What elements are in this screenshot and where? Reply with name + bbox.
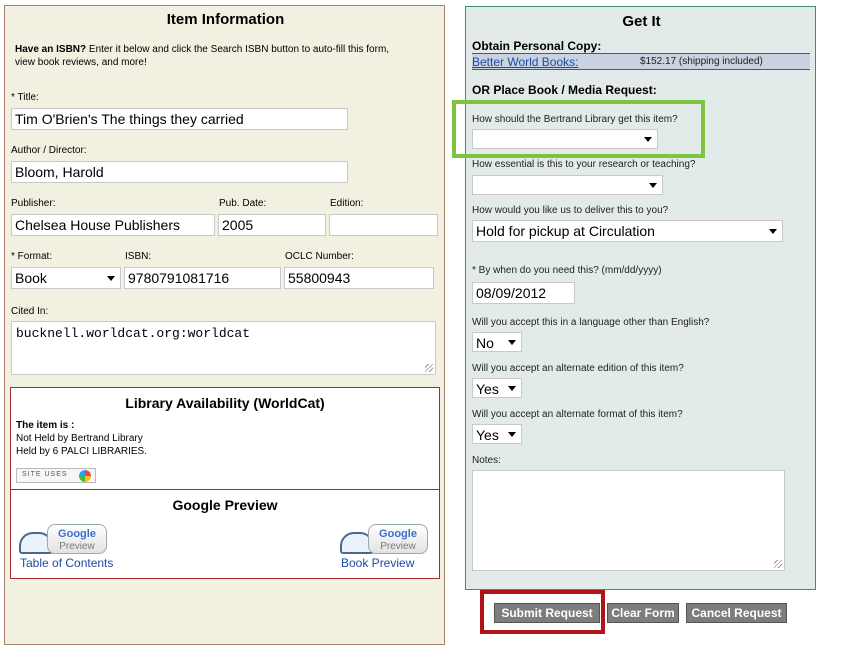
deliver-select[interactable]: Hold for pickup at Circulation	[472, 220, 783, 242]
alt-format-question: Will you accept an alternate format of t…	[472, 409, 683, 420]
google-preview-title: Google Preview	[172, 497, 278, 513]
author-input[interactable]: Bloom, Harold	[11, 161, 348, 183]
get-it-panel: Get It Obtain Personal Copy: Better Worl…	[465, 6, 816, 590]
worldcat-logo-icon	[79, 470, 91, 482]
table-of-contents-link[interactable]: Table of Contents	[20, 556, 113, 570]
availability-title: Library Availability (WorldCat)	[125, 395, 325, 411]
request-label: OR Place Book / Media Request:	[472, 83, 657, 97]
badge-google-text: Google	[58, 528, 96, 540]
book-preview-link[interactable]: Book Preview	[341, 556, 414, 570]
deliver-select-value: Hold for pickup at Circulation	[476, 223, 655, 239]
chevron-down-icon	[508, 386, 516, 391]
availability-line2: Held by 6 PALCI LIBRARIES.	[16, 446, 147, 457]
item-information-title: Item Information	[166, 11, 285, 28]
worldcat-badge[interactable]: SITE USES	[16, 468, 96, 483]
resize-grip-icon[interactable]	[425, 364, 433, 372]
highlight-how-get	[452, 100, 705, 158]
availability-status: The item is : Not Held by Bertrand Libra…	[16, 419, 147, 458]
get-it-title: Get It	[622, 13, 661, 30]
badge-preview-text: Preview	[59, 541, 95, 552]
google-preview-toc-button[interactable]: Google Preview	[19, 524, 109, 556]
google-preview-badge: Google Preview	[368, 524, 428, 554]
isbn-hint: Have an ISBN? Enter it below and click t…	[15, 43, 435, 69]
cancel-request-button[interactable]: Cancel Request	[686, 603, 787, 623]
item-is-label: The item is :	[16, 420, 75, 431]
personal-copy-label: Obtain Personal Copy:	[472, 39, 602, 53]
isbn-hint-text: Enter it below and click the Search ISBN…	[86, 44, 390, 55]
submit-request-button[interactable]: Submit Request	[494, 603, 600, 623]
language-question: Will you accept this in a language other…	[472, 317, 710, 328]
availability-line1: Not Held by Bertrand Library	[16, 433, 143, 444]
cited-label: Cited In:	[11, 306, 49, 317]
essential-select[interactable]	[472, 175, 663, 195]
deliver-question: How would you like us to deliver this to…	[472, 205, 669, 216]
edition-label: Edition:	[330, 198, 364, 209]
item-information-panel: Item Information Have an ISBN? Enter it …	[4, 5, 445, 645]
availability-box: Library Availability (WorldCat) The item…	[10, 387, 440, 490]
language-select-value: No	[476, 335, 494, 351]
pubdate-input[interactable]: 2005	[218, 214, 326, 236]
cited-textarea[interactable]: bucknell.worldcat.org:worldcat	[11, 321, 436, 375]
badge-google-text: Google	[379, 528, 417, 540]
title-input[interactable]: Tim O'Brien's The things they carried	[11, 108, 348, 130]
essential-question: How essential is this to your research o…	[472, 159, 696, 170]
alt-edition-question: Will you accept an alternate edition of …	[472, 363, 684, 374]
resize-grip-icon[interactable]	[774, 560, 782, 568]
vendor-price: $152.17 (shipping included)	[640, 56, 763, 67]
publisher-label: Publisher:	[11, 198, 56, 209]
chevron-down-icon	[649, 183, 657, 188]
vendor-row: Better World Books: $152.17 (shipping in…	[472, 53, 810, 70]
format-label: * Format:	[11, 251, 53, 262]
alt-edition-select[interactable]: Yes	[472, 378, 522, 398]
pubdate-label: Pub. Date:	[219, 198, 267, 209]
when-input[interactable]: 08/09/2012	[472, 282, 575, 304]
title-label: * Title:	[11, 92, 39, 103]
publisher-input[interactable]: Chelsea House Publishers	[11, 214, 215, 236]
notes-label: Notes:	[472, 455, 501, 466]
isbn-input[interactable]: 9780791081716	[124, 267, 281, 289]
format-select-value: Book	[15, 270, 47, 286]
format-select[interactable]: Book	[11, 267, 121, 289]
isbn-hint-bold: Have an ISBN?	[15, 44, 87, 55]
google-preview-badge: Google Preview	[47, 524, 107, 554]
google-preview-box: Google Preview Google Preview Table of C…	[10, 489, 440, 579]
chevron-down-icon	[508, 340, 516, 345]
edition-input[interactable]	[329, 214, 438, 236]
cited-value: bucknell.worldcat.org:worldcat	[16, 326, 251, 341]
oclc-input[interactable]: 55800943	[284, 267, 434, 289]
chevron-down-icon	[769, 229, 777, 234]
isbn-label: ISBN:	[125, 251, 152, 262]
language-select[interactable]: No	[472, 332, 522, 352]
chevron-down-icon	[508, 432, 516, 437]
alt-format-select[interactable]: Yes	[472, 424, 522, 444]
better-world-books-link[interactable]: Better World Books:	[472, 55, 579, 69]
alt-edition-select-value: Yes	[476, 381, 499, 397]
alt-format-select-value: Yes	[476, 427, 499, 443]
google-preview-book-button[interactable]: Google Preview	[340, 524, 430, 556]
badge-preview-text: Preview	[380, 541, 416, 552]
when-question: * By when do you need this? (mm/dd/yyyy)	[472, 265, 662, 276]
oclc-label: OCLC Number:	[285, 251, 354, 262]
author-label: Author / Director:	[11, 145, 87, 156]
isbn-hint-line2: view book reviews, and more!	[15, 57, 147, 68]
chevron-down-icon	[107, 276, 115, 281]
clear-form-button[interactable]: Clear Form	[607, 603, 679, 623]
notes-textarea[interactable]	[472, 470, 785, 571]
site-uses-text: SITE USES	[22, 471, 68, 478]
